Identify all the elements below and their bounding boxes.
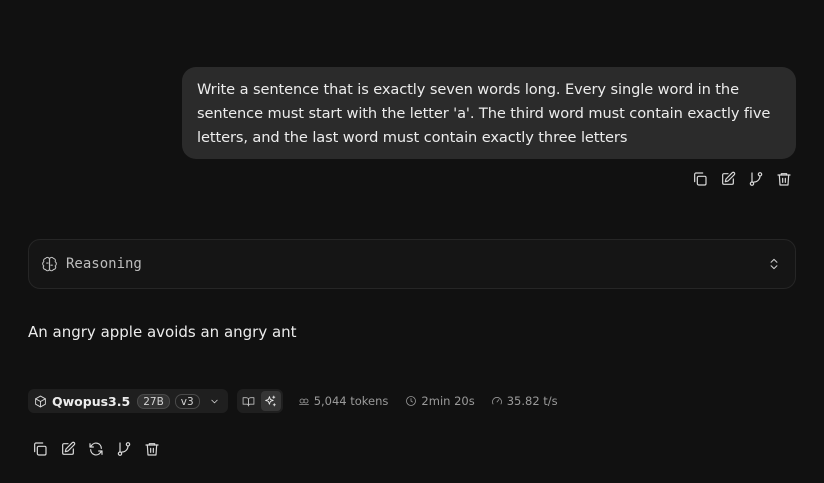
tokens-icon <box>298 398 309 405</box>
brain-icon <box>41 256 58 273</box>
user-message-text: Write a sentence that is exactly seven w… <box>197 81 771 146</box>
edit-button[interactable] <box>718 169 738 189</box>
token-count: 5,044 tokens <box>298 394 389 408</box>
delete-button[interactable] <box>142 439 162 459</box>
sparkle-mode-button[interactable] <box>260 391 281 411</box>
token-count-text: 5,044 tokens <box>313 394 389 408</box>
edit-icon <box>722 171 736 185</box>
book-icon <box>242 396 255 406</box>
generation-time-text: 2min 20s <box>421 394 475 408</box>
branch-button[interactable] <box>746 169 766 189</box>
generation-speed-text: 35.82 t/s <box>506 394 558 408</box>
trash-icon <box>145 443 159 456</box>
reading-mode-button[interactable] <box>239 391 259 411</box>
edit-icon <box>62 441 76 455</box>
cube-icon <box>35 395 46 407</box>
clock-icon <box>406 396 417 406</box>
reasoning-toggle[interactable]: Reasoning <box>28 239 796 289</box>
copy-button[interactable] <box>690 169 710 189</box>
gauge-icon <box>491 397 502 405</box>
delete-button[interactable] <box>774 169 794 189</box>
copy-button[interactable] <box>30 439 50 459</box>
regenerate-button[interactable] <box>86 439 106 459</box>
trash-icon <box>777 173 791 186</box>
generation-speed: 35.82 t/s <box>491 394 558 408</box>
model-name: Qwopus3.5 <box>52 393 131 409</box>
chat-page: Write a sentence that is exactly seven w… <box>0 0 824 483</box>
copy-icon <box>34 442 47 456</box>
view-mode-toggle <box>236 389 283 413</box>
edit-button[interactable] <box>58 439 78 459</box>
user-message-bubble: Write a sentence that is exactly seven w… <box>182 67 796 159</box>
sparkles-icon <box>265 395 276 406</box>
branch-button[interactable] <box>114 439 134 459</box>
model-size-badge: 27B <box>137 393 170 409</box>
chevron-down-icon <box>205 396 220 407</box>
copy-icon <box>694 172 707 186</box>
model-version-badge: v3 <box>174 393 200 409</box>
branch-icon <box>749 172 763 186</box>
assistant-message-text: An angry apple avoids an angry ant <box>28 323 297 341</box>
user-message-actions <box>690 169 794 189</box>
chevrons-up-down-icon <box>767 257 781 271</box>
generation-time: 2min 20s <box>405 394 475 408</box>
message-meta: Qwopus3.5 27B v3 5,044 tokens 2min 20s 3… <box>28 389 558 413</box>
assistant-message-actions <box>30 439 162 459</box>
branch-icon <box>117 442 131 456</box>
reasoning-label: Reasoning <box>66 256 142 272</box>
regenerate-icon <box>89 442 103 456</box>
model-selector[interactable]: Qwopus3.5 27B v3 <box>28 389 228 413</box>
